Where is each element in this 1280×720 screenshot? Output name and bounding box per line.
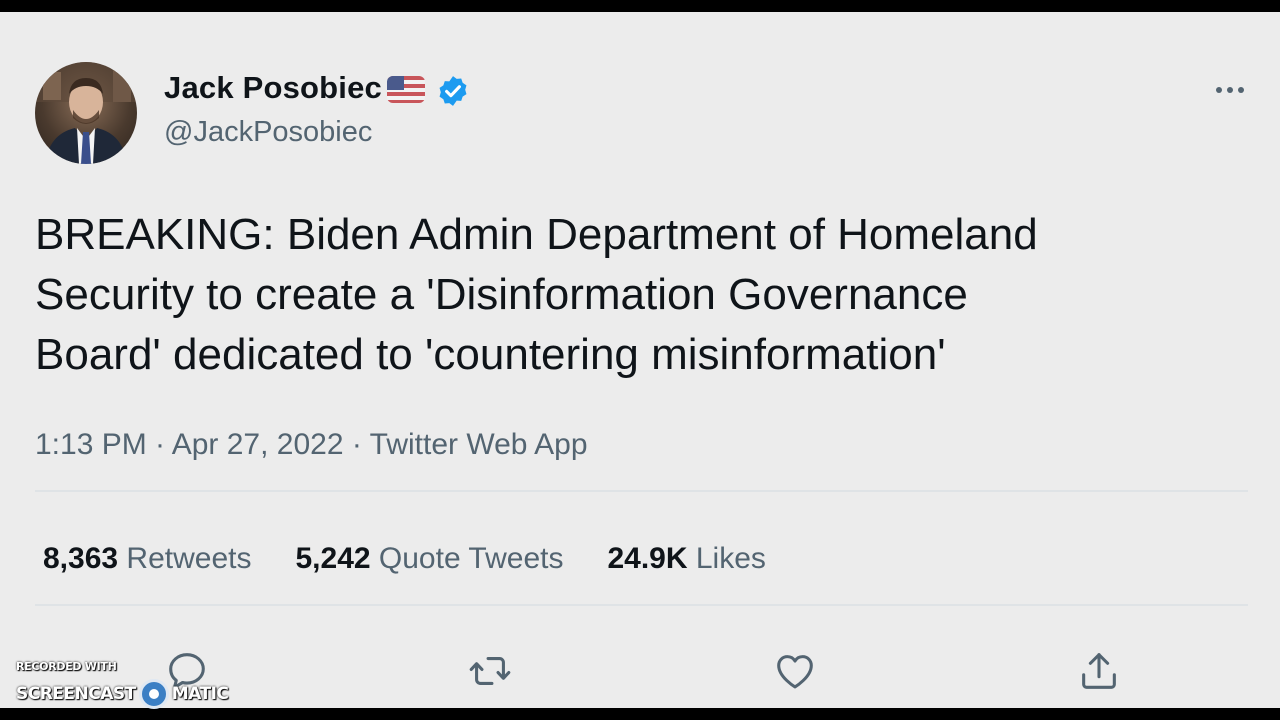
retweets-label: Retweets — [126, 542, 252, 575]
tweet-text-line: Security to create a 'Disinformation Gov… — [35, 270, 968, 319]
tweet-timestamp[interactable]: 1:13 PM · Apr 27, 2022 · Twitter Web App — [35, 428, 588, 462]
divider — [35, 604, 1248, 606]
retweet-icon[interactable] — [467, 648, 513, 694]
like-icon[interactable] — [772, 648, 818, 694]
more-options-button[interactable] — [1208, 78, 1252, 102]
retweets-count: 8,363 — [43, 542, 119, 575]
tweet-card: Jack Posobiec @JackPosobiec BREAKING: Bi… — [0, 12, 1280, 708]
tweet-text-line: Board' dedicated to 'countering misinfor… — [35, 330, 946, 379]
quote-tweets-stat[interactable]: 5,242 Quote Tweets — [295, 542, 563, 576]
tweet-text: BREAKING: Biden Admin Department of Home… — [35, 205, 1235, 385]
likes-count: 24.9K — [607, 542, 688, 575]
tweet-text-line: BREAKING: Biden Admin Department of Home… — [35, 210, 1038, 259]
engagement-stats: 8,363 Retweets 5,242 Quote Tweets 24.9K … — [43, 542, 766, 576]
watermark-right: MATIC — [171, 684, 229, 704]
likes-label: Likes — [695, 542, 766, 575]
retweets-stat[interactable]: 8,363 Retweets — [43, 542, 251, 576]
share-icon[interactable] — [1076, 648, 1122, 694]
likes-stat[interactable]: 24.9K Likes — [607, 542, 765, 576]
quote-tweets-label: Quote Tweets — [378, 542, 564, 575]
screencast-watermark: RECORDED WITH SCREENCAST MATIC — [16, 660, 229, 709]
avatar[interactable] — [35, 62, 137, 164]
screencast-logo-icon — [138, 679, 169, 709]
watermark-caption: RECORDED WITH — [16, 660, 117, 673]
verified-badge-icon — [439, 76, 467, 106]
display-name[interactable]: Jack Posobiec — [164, 70, 382, 106]
divider — [35, 490, 1248, 492]
us-flag-icon — [387, 76, 425, 103]
user-handle[interactable]: @JackPosobiec — [164, 116, 372, 149]
quote-tweets-count: 5,242 — [295, 542, 371, 575]
watermark-left: SCREENCAST — [16, 684, 136, 704]
